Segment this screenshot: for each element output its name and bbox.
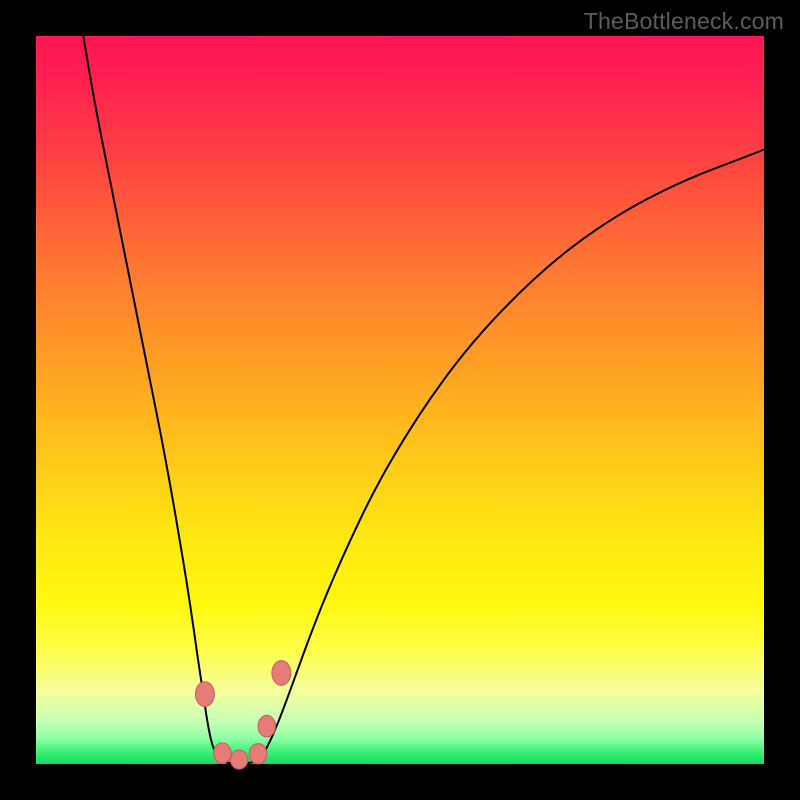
- curve-markers: [195, 661, 290, 769]
- chart-svg: [36, 36, 764, 764]
- curve-marker-1: [214, 743, 231, 763]
- bottleneck-curve: [83, 36, 764, 763]
- curve-marker-0: [195, 682, 214, 707]
- curve-marker-2: [230, 750, 247, 769]
- curve-marker-4: [258, 715, 275, 737]
- v-curve: [83, 36, 764, 763]
- curve-marker-5: [272, 661, 291, 686]
- curve-marker-3: [249, 744, 266, 764]
- chart-frame: TheBottleneck.com: [0, 0, 800, 800]
- watermark-text: TheBottleneck.com: [584, 8, 784, 35]
